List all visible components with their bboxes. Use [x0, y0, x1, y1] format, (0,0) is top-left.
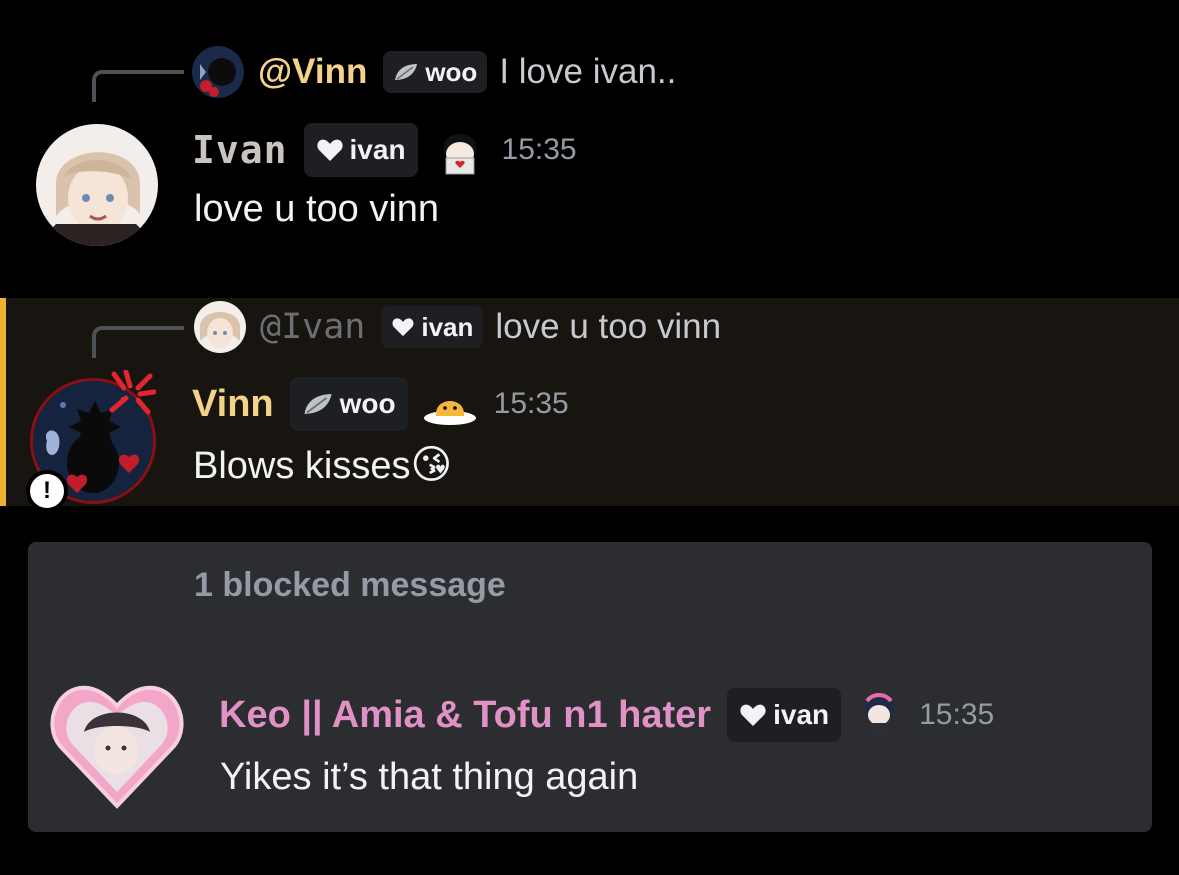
leaf-icon [395, 64, 418, 80]
message-text[interactable]: Yikes it’s that thing again [220, 756, 638, 799]
timestamp: 15:35 [501, 133, 577, 166]
reply-preview[interactable]: @Vinn woo I love ivan.. [192, 44, 676, 100]
sticker-icon [422, 382, 478, 426]
reply-text[interactable]: I love ivan.. [499, 52, 676, 92]
ivan-tag: ivan [303, 123, 418, 177]
ivan-tag: ivan [381, 306, 484, 348]
reply-author[interactable]: @Ivan [260, 307, 365, 347]
tag-label: ivan [773, 699, 830, 730]
reply-preview[interactable]: @Ivan ivan love u too vinn [194, 299, 721, 355]
vinn-mini-avatar[interactable] [192, 46, 244, 98]
sticker-icon [859, 689, 899, 741]
tag-label: woo [339, 388, 396, 419]
ivan-mini-avatar[interactable] [194, 301, 246, 353]
tag-label: ivan [349, 134, 406, 165]
author-name[interactable]: Ivan [192, 128, 288, 172]
heart-icon [392, 318, 414, 337]
message-text[interactable]: Blows kisses😘 [193, 442, 452, 488]
timestamp: 15:35 [919, 698, 995, 731]
blocked-message-label[interactable]: 1 blocked message [194, 566, 506, 605]
reply-author[interactable]: @Vinn [258, 52, 367, 92]
ivan-avatar[interactable] [36, 124, 158, 246]
keo-avatar[interactable] [50, 680, 184, 810]
sticker-icon [434, 124, 486, 176]
reply-connector [92, 70, 184, 102]
angry-icon [109, 370, 156, 415]
tag-label: woo [425, 56, 478, 87]
message-body: Blows kisses [193, 445, 411, 487]
heart-icon [740, 704, 766, 726]
reply-text[interactable]: love u too vinn [495, 307, 721, 347]
heart-icon [316, 139, 343, 161]
reply-connector [92, 326, 184, 358]
woo-tag: woo [383, 51, 488, 93]
kiss-emoji: 😘 [410, 443, 453, 487]
woo-tag: woo [289, 377, 408, 431]
author-name[interactable]: Keo || Amia & Tofu n1 hater [219, 694, 711, 737]
timestamp: 15:35 [493, 387, 569, 420]
ivan-tag: ivan [727, 688, 842, 742]
tag-label: ivan [421, 311, 474, 342]
message-text[interactable]: love u too vinn [194, 188, 439, 231]
author-name[interactable]: Vinn [192, 383, 274, 426]
warning-icon: ! [26, 470, 68, 512]
leaf-icon [304, 394, 332, 414]
